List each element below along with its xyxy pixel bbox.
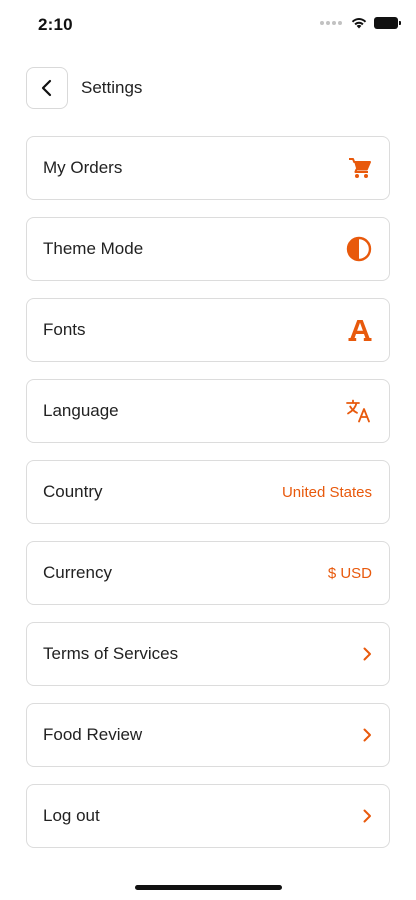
chevron-right-icon bbox=[362, 647, 372, 661]
settings-item-log-out[interactable]: Log out bbox=[26, 784, 390, 848]
settings-item-terms-of-services[interactable]: Terms of Services bbox=[26, 622, 390, 686]
settings-item-my-orders[interactable]: My Orders bbox=[26, 136, 390, 200]
chevron-right-icon bbox=[362, 728, 372, 742]
cart-icon bbox=[348, 157, 372, 179]
country-value: United States bbox=[281, 483, 372, 501]
status-icons bbox=[320, 16, 401, 29]
battery-icon bbox=[374, 16, 401, 29]
contrast-icon bbox=[346, 236, 372, 262]
settings-item-label: Terms of Services bbox=[43, 644, 179, 663]
chevron-right-icon bbox=[362, 809, 372, 823]
home-indicator[interactable] bbox=[135, 885, 282, 890]
header: Settings bbox=[26, 67, 142, 109]
settings-list: My Orders Theme Mode Fonts Language Coun… bbox=[26, 136, 390, 865]
settings-item-food-review[interactable]: Food Review bbox=[26, 703, 390, 767]
wifi-icon bbox=[351, 18, 367, 29]
chevron-left-icon bbox=[41, 79, 52, 97]
settings-item-label: Currency bbox=[43, 563, 112, 582]
settings-item-theme-mode[interactable]: Theme Mode bbox=[26, 217, 390, 281]
settings-item-label: Log out bbox=[43, 806, 100, 825]
page-title: Settings bbox=[81, 78, 143, 97]
status-bar: 2:10 bbox=[0, 0, 416, 54]
settings-item-label: Fonts bbox=[43, 320, 86, 339]
cellular-signal-icon bbox=[320, 20, 342, 25]
settings-item-label: Food Review bbox=[43, 725, 143, 744]
settings-item-label: Language bbox=[43, 401, 119, 420]
settings-item-label: Country bbox=[43, 482, 103, 501]
translate-icon bbox=[346, 399, 372, 423]
settings-item-currency[interactable]: Currency $ USD bbox=[26, 541, 390, 605]
currency-value: $ USD bbox=[327, 564, 372, 582]
font-icon bbox=[348, 318, 372, 342]
settings-item-language[interactable]: Language bbox=[26, 379, 390, 443]
settings-item-label: Theme Mode bbox=[43, 239, 144, 258]
status-time: 2:10 bbox=[38, 15, 73, 34]
settings-item-country[interactable]: Country United States bbox=[26, 460, 390, 524]
settings-item-label: My Orders bbox=[43, 158, 123, 177]
settings-item-fonts[interactable]: Fonts bbox=[26, 298, 390, 362]
back-button[interactable] bbox=[26, 67, 68, 109]
